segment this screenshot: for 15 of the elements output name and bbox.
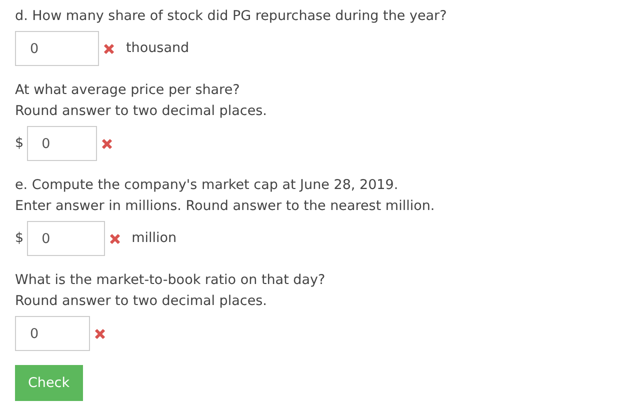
currency-label: $: [15, 134, 24, 154]
question-text: d. How many share of stock did PG repurchase during the year?: [15, 7, 448, 26]
answer-field[interactable]: 0: [15, 316, 90, 351]
question-text: Round answer to two decimal places.: [15, 292, 268, 311]
question-text: e. Compute the company's market cap at June 28, 2019.: [15, 176, 400, 195]
unit-label: million: [132, 229, 177, 248]
answer-field[interactable]: 0: [26, 126, 97, 161]
currency-label: $: [15, 229, 24, 248]
unit-label: thousand: [126, 39, 190, 58]
answer-field[interactable]: 0: [26, 221, 105, 256]
question-text: Round answer to two decimal places.: [15, 102, 268, 121]
question-text: Enter answer in millions. Round answer to the nearest million.: [15, 197, 436, 216]
question-text: What is the market-to-book ratio on that day?: [15, 271, 326, 290]
question-text: At what average price per share?: [15, 81, 241, 100]
answer-field[interactable]: 0: [15, 31, 99, 66]
